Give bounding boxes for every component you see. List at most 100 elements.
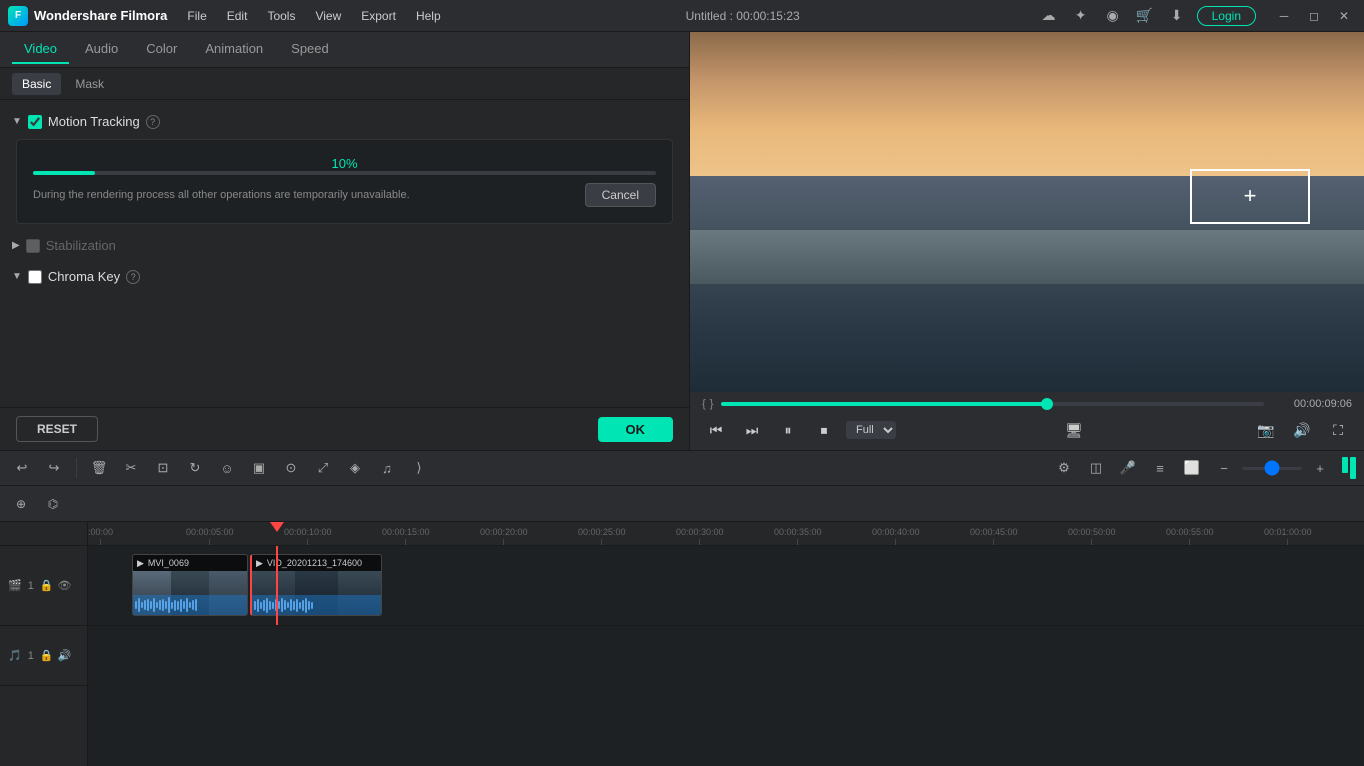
track-label-icons: 🔒 👁 — [40, 579, 72, 592]
volume-icon[interactable]: 🔊 — [1288, 416, 1316, 444]
shield-icon[interactable]: ◫ — [1082, 454, 1110, 482]
progress-track — [33, 171, 656, 175]
menu-view[interactable]: View — [307, 7, 349, 25]
reset-button[interactable]: RESET — [16, 416, 98, 442]
restore-button[interactable]: ◻ — [1302, 4, 1326, 28]
cloud-icon[interactable]: ☁ — [1037, 4, 1061, 28]
video-track-label: 🎬 1 🔒 👁 — [0, 546, 87, 626]
color-adjust-button[interactable]: ◈ — [341, 454, 369, 482]
camera-icon[interactable]: 📷 — [1252, 416, 1280, 444]
track-eye-icon[interactable]: 👁 — [58, 579, 72, 592]
chroma-key-section-header[interactable]: ▼ Chroma Key ? — [0, 263, 689, 290]
menu-edit[interactable]: Edit — [219, 7, 256, 25]
settings-icon[interactable]: ⚙ — [1050, 454, 1078, 482]
timeline-thumb — [1041, 398, 1053, 410]
headset-icon[interactable]: ◉ — [1101, 4, 1125, 28]
image-button[interactable]: ▣ — [245, 454, 273, 482]
ruler-mark-10: 00:00:50:00 — [1068, 527, 1116, 545]
pause-button[interactable]: ⏸ — [774, 416, 802, 444]
ruler-mark-9: 00:00:45:00 — [970, 527, 1018, 545]
skip-back-button[interactable]: ⏮ — [702, 416, 730, 444]
audio-track-row — [88, 626, 1364, 686]
timeline-add-button[interactable]: ⊕ — [8, 491, 34, 517]
ruler-mark-4: 00:00:20:00 — [480, 527, 528, 545]
crop-button[interactable]: ⊡ — [149, 454, 177, 482]
cancel-button[interactable]: Cancel — [585, 183, 656, 207]
close-button[interactable]: ✕ — [1332, 4, 1356, 28]
tab-audio[interactable]: Audio — [73, 35, 130, 64]
sub-tab-mask[interactable]: Mask — [65, 73, 114, 95]
stabilization-section-header[interactable]: ▶ Stabilization — [0, 232, 689, 259]
scene-shore — [690, 230, 1364, 284]
tab-animation[interactable]: Animation — [193, 35, 275, 64]
chroma-key-help-icon[interactable]: ? — [126, 270, 140, 284]
video-clip-2[interactable]: ▶ VID_20201213_174600 — [250, 554, 382, 616]
chroma-key-title: Chroma Key — [48, 269, 120, 284]
sun-icon[interactable]: ✦ — [1069, 4, 1093, 28]
fullscreen-icon[interactable]: ⛶ — [1324, 416, 1352, 444]
sub-tab-basic[interactable]: Basic — [12, 73, 61, 95]
audio-lock-icon[interactable]: 🔒 — [40, 649, 54, 662]
cut-button[interactable]: ✂ — [117, 454, 145, 482]
main-tab-bar: Video Audio Color Animation Speed — [0, 32, 689, 68]
timer-button[interactable]: ⊙ — [277, 454, 305, 482]
motion-tracking-arrow: ▼ — [12, 116, 22, 127]
timeline-content[interactable]: :00:00 00:00:05:00 00:00:10:00 00:0 — [88, 522, 1364, 766]
video-clip-1[interactable]: ▶ MVI_0069 — [132, 554, 248, 616]
chroma-key-checkbox[interactable] — [28, 270, 42, 284]
audio-button[interactable]: ♫ — [373, 454, 401, 482]
menu-export[interactable]: Export — [353, 7, 404, 25]
quality-select[interactable]: Full 1/2 1/4 — [846, 421, 896, 439]
undo-button[interactable]: ↩ — [8, 454, 36, 482]
subtitle-icon[interactable]: ⬜ — [1178, 454, 1206, 482]
login-button[interactable]: Login — [1197, 6, 1256, 26]
timeline-link-button[interactable]: ⌬ — [40, 491, 66, 517]
ok-button[interactable]: OK — [598, 417, 674, 442]
ruler-mark-12: 00:01:00:00 — [1264, 527, 1312, 545]
motion-tracking-section-header[interactable]: ▼ Motion Tracking ? — [0, 108, 689, 135]
green-bar-1 — [1342, 457, 1348, 473]
redo-button[interactable]: ↪ — [40, 454, 68, 482]
audio-track-icons: 🔒 🔊 — [40, 649, 71, 662]
time-display: 00:00:09:06 — [1272, 398, 1352, 410]
video-track-row: ▶ MVI_0069 — [88, 546, 1364, 626]
rotate-button[interactable]: ↻ — [181, 454, 209, 482]
split-button[interactable]: ⟩ — [405, 454, 433, 482]
tracking-box: + — [1190, 169, 1310, 224]
step-back-button[interactable]: ⏭ — [738, 416, 766, 444]
tab-color[interactable]: Color — [134, 35, 189, 64]
clip-1-play-icon: ▶ — [137, 558, 144, 569]
titlebar-right: ☁ ✦ ◉ 🛒 ⬇ Login ─ ◻ ✕ — [1037, 4, 1356, 28]
emoji-button[interactable]: ☺ — [213, 454, 241, 482]
motion-tracking-title: Motion Tracking — [48, 114, 140, 129]
box-icon[interactable]: ⬇ — [1165, 4, 1189, 28]
delete-button[interactable]: 🗑 — [85, 454, 113, 482]
stop-button[interactable]: ⏹ — [810, 416, 838, 444]
ruler-mark-3: 00:00:15:00 — [382, 527, 430, 545]
zoom-slider[interactable] — [1242, 467, 1302, 470]
ruler-mark-2: 00:00:10:00 — [284, 527, 332, 545]
tab-speed[interactable]: Speed — [279, 35, 341, 64]
motion-tracking-help-icon[interactable]: ? — [146, 115, 160, 129]
timeline-progress-bar[interactable] — [721, 402, 1264, 406]
cart-icon[interactable]: 🛒 — [1133, 4, 1157, 28]
menu-help[interactable]: Help — [408, 7, 449, 25]
audio-wave-1 — [133, 595, 247, 615]
plus-zoom-icon[interactable]: + — [1306, 454, 1334, 482]
toolbar: ↩ ↪ 🗑 ✂ ⊡ ↻ ☺ ▣ ⊙ ⤢ ◈ ♫ ⟩ ⚙ ◫ 🎤 ≡ ⬜ − + — [0, 450, 1364, 486]
transform-button[interactable]: ⤢ — [309, 454, 337, 482]
minimize-button[interactable]: ─ — [1272, 4, 1296, 28]
screen-size-icon[interactable]: 🖥 — [904, 416, 1244, 444]
stabilization-checkbox[interactable] — [26, 239, 40, 253]
audio-volume-icon[interactable]: 🔊 — [58, 649, 72, 662]
track-lock-icon[interactable]: 🔒 — [40, 579, 54, 592]
motion-tracking-checkbox[interactable] — [28, 115, 42, 129]
app-name: Wondershare Filmora — [34, 8, 167, 23]
audio-mix-icon[interactable]: ≡ — [1146, 454, 1174, 482]
menu-tools[interactable]: Tools — [259, 7, 303, 25]
menu-file[interactable]: File — [179, 7, 214, 25]
minus-zoom-icon[interactable]: − — [1210, 454, 1238, 482]
mic-icon[interactable]: 🎤 — [1114, 454, 1142, 482]
main-area: Video Audio Color Animation Speed Basic … — [0, 32, 1364, 766]
tab-video[interactable]: Video — [12, 35, 69, 64]
